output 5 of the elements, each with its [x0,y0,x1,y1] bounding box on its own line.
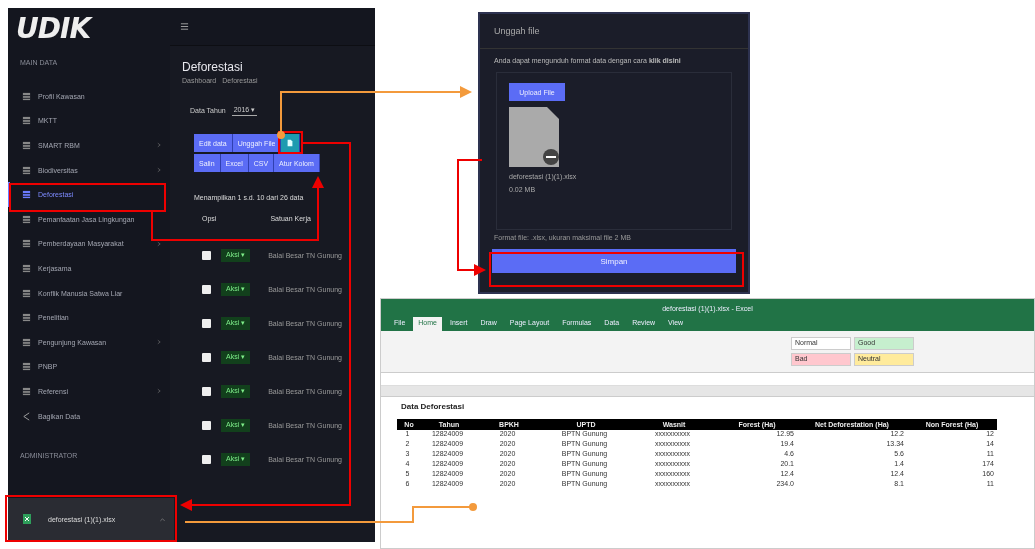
dialog-title: Unggah file [480,14,748,49]
page-title: Deforestasi [181,59,244,74]
sheet-title: Data Deforestasi [400,401,466,413]
save-button[interactable]: Simpan [492,249,736,273]
logo: UDIK [15,12,94,45]
